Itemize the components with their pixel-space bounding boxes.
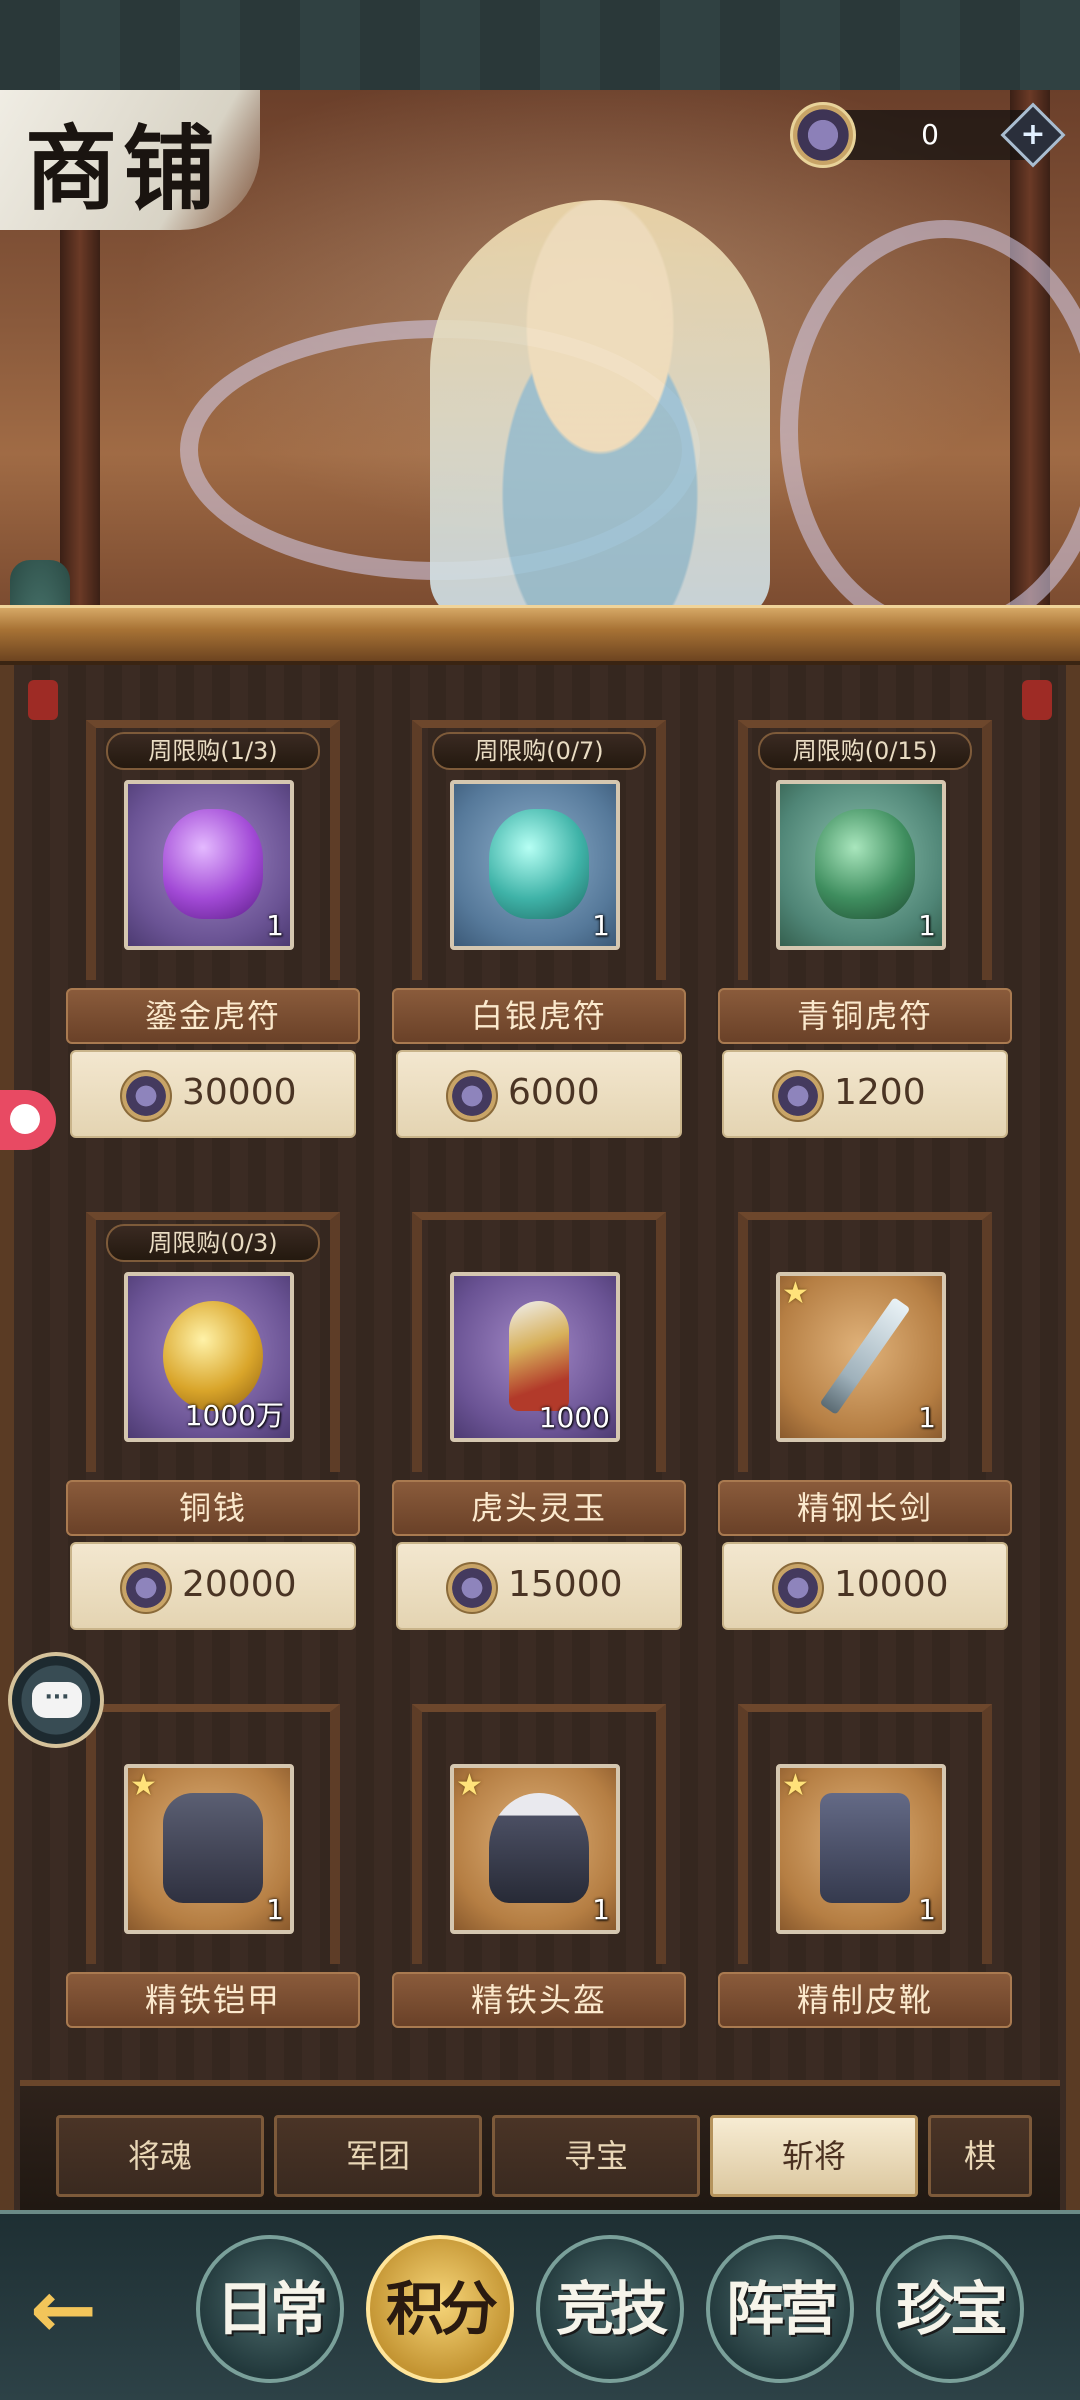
bottom-nav-item[interactable]: 日常: [196, 2235, 344, 2383]
star-icon: ★: [130, 1768, 157, 1803]
item-quantity: 1: [918, 1893, 936, 1926]
buy-button[interactable]: 10000: [722, 1542, 1008, 1630]
item-name: 精钢长剑: [718, 1480, 1012, 1536]
item-quantity: 1000: [538, 1401, 610, 1434]
steel-sword-icon: [819, 1297, 911, 1415]
shop-item[interactable]: 1000 虎头灵玉 15000: [392, 1212, 692, 1672]
ribbon-decoration: [780, 220, 1080, 610]
price-coin-icon: [772, 1070, 824, 1122]
bottom-nav-item[interactable]: 竞技: [536, 2235, 684, 2383]
bottom-nav-item[interactable]: 阵营: [706, 2235, 854, 2383]
price-coin-icon: [120, 1562, 172, 1614]
item-name: 精铁头盔: [392, 1972, 686, 2028]
chat-icon: ···: [32, 1682, 82, 1718]
shop-item[interactable]: ★ 1 精钢长剑 10000: [718, 1212, 1018, 1672]
item-name: 青铜虎符: [718, 988, 1012, 1044]
shop-item[interactable]: 周限购(1/3) 1 鎏金虎符 30000: [66, 720, 366, 1180]
item-quantity: 1: [918, 909, 936, 942]
buy-button[interactable]: 1200: [722, 1050, 1008, 1138]
item-icon-slot[interactable]: ★ 1: [776, 1764, 946, 1934]
item-icon-slot[interactable]: ★ 1: [776, 1272, 946, 1442]
buy-button[interactable]: 30000: [70, 1050, 356, 1138]
currency-value: 0: [921, 118, 939, 151]
item-price: 6000: [508, 1072, 600, 1113]
shopkeeper-character-art: [430, 200, 770, 610]
price-coin-icon: [446, 1070, 498, 1122]
purchase-limit-badge: 周限购(1/3): [106, 732, 320, 770]
rope-decoration: [1022, 680, 1052, 720]
category-tab[interactable]: 军团: [274, 2115, 482, 2197]
item-name: 白银虎符: [392, 988, 686, 1044]
gilded-tiger-tally-icon: [163, 809, 263, 919]
star-icon: ★: [782, 1768, 809, 1803]
shop-item[interactable]: 周限购(0/3) 1000万铜钱 20000: [66, 1212, 366, 1672]
plus-icon: +: [1020, 117, 1046, 152]
status-bar-area: [0, 0, 1080, 90]
item-name: 精铁铠甲: [66, 1972, 360, 2028]
item-name: 鎏金虎符: [66, 988, 360, 1044]
item-icon-slot[interactable]: 1000万: [124, 1272, 294, 1442]
item-quantity: 1: [918, 1401, 936, 1434]
bottom-nav-item[interactable]: 珍宝: [876, 2235, 1024, 2383]
buy-button[interactable]: 20000: [70, 1542, 356, 1630]
star-icon: ★: [456, 1768, 483, 1803]
purchase-limit-badge: 周限购(0/7): [432, 732, 646, 770]
shop-item[interactable]: ★ 1 精铁头盔: [392, 1704, 692, 2044]
item-price: 30000: [182, 1072, 297, 1113]
item-name: 铜钱: [66, 1480, 360, 1536]
item-icon-slot[interactable]: 1: [124, 780, 294, 950]
item-quantity: 1: [266, 909, 284, 942]
back-button[interactable]: ←: [30, 2270, 150, 2360]
buy-button[interactable]: 15000: [396, 1542, 682, 1630]
category-tab[interactable]: 斩将: [710, 2115, 918, 2197]
item-quantity: 1: [592, 909, 610, 942]
item-icon-slot[interactable]: 1000: [450, 1272, 620, 1442]
item-icon-slot[interactable]: ★ 1: [450, 1764, 620, 1934]
item-icon-slot[interactable]: 1: [450, 780, 620, 950]
item-icon-slot[interactable]: ★ 1: [124, 1764, 294, 1934]
shop-item[interactable]: ★ 1 精铁铠甲: [66, 1704, 366, 2044]
item-price: 10000: [834, 1564, 949, 1605]
currency-coin-icon: [790, 102, 856, 168]
iron-helmet-icon: [489, 1793, 589, 1903]
shop-item[interactable]: 周限购(0/15) 1 青铜虎符 1200: [718, 720, 1018, 1180]
purchase-limit-badge: 周限购(0/3): [106, 1224, 320, 1262]
item-name: 虎头灵玉: [392, 1480, 686, 1536]
category-tab[interactable]: 将魂: [56, 2115, 264, 2197]
chat-button[interactable]: ···: [8, 1652, 104, 1748]
item-icon-slot[interactable]: 1: [776, 780, 946, 950]
category-tab[interactable]: 棋: [928, 2115, 1032, 2197]
shop-item[interactable]: ★ 1 精制皮靴: [718, 1704, 1018, 2044]
bronze-tiger-tally-icon: [815, 809, 915, 919]
iron-armor-icon: [163, 1793, 263, 1903]
item-quantity: 1: [592, 1893, 610, 1926]
assistant-icon: [10, 1104, 40, 1134]
leather-boots-icon: [820, 1793, 910, 1903]
bottom-nav-item[interactable]: 积分: [366, 2235, 514, 2383]
item-price: 1200: [834, 1072, 926, 1113]
vase-decoration: [10, 560, 70, 610]
tiger-jade-icon: [509, 1301, 569, 1411]
price-coin-icon: [772, 1562, 824, 1614]
category-tab[interactable]: 寻宝: [492, 2115, 700, 2197]
silver-tiger-tally-icon: [489, 809, 589, 919]
rope-decoration: [28, 680, 58, 720]
price-coin-icon: [446, 1562, 498, 1614]
wooden-beam: [0, 605, 1080, 665]
item-quantity: 1: [266, 1893, 284, 1926]
purchase-limit-badge: 周限购(0/15): [758, 732, 972, 770]
buy-button[interactable]: 6000: [396, 1050, 682, 1138]
page-title: 商铺: [25, 115, 222, 223]
item-price: 20000: [182, 1564, 297, 1605]
star-icon: ★: [782, 1276, 809, 1311]
currency-display: 0 +: [790, 102, 1066, 168]
item-price: 15000: [508, 1564, 623, 1605]
item-name: 精制皮靴: [718, 1972, 1012, 2028]
shop-item[interactable]: 周限购(0/7) 1 白银虎符 6000: [392, 720, 692, 1180]
price-coin-icon: [120, 1070, 172, 1122]
item-quantity: 1000万: [184, 1399, 284, 1432]
